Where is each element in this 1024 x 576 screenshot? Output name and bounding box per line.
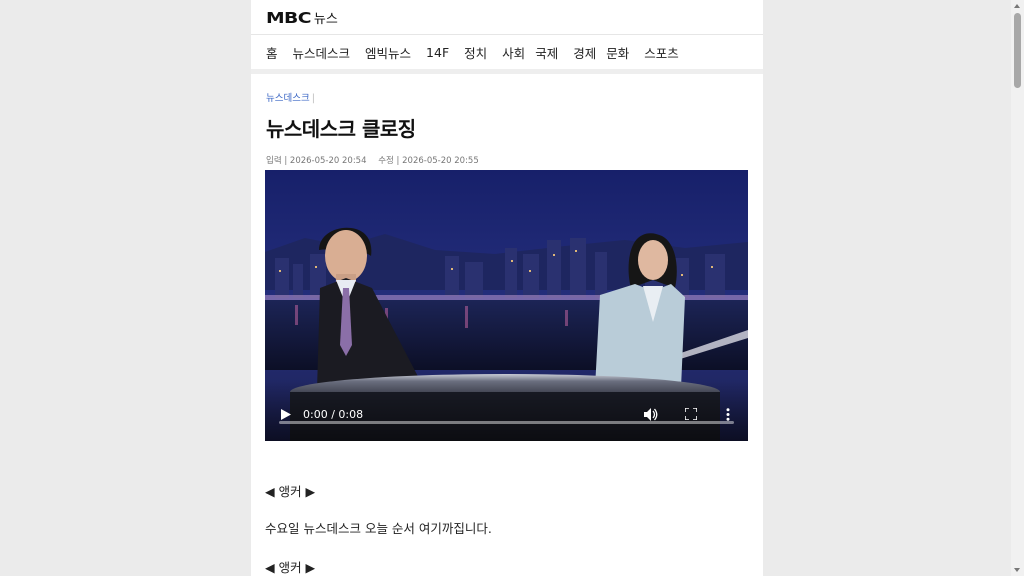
browser-scrollbar[interactable] <box>1011 0 1024 576</box>
more-vertical-icon[interactable] <box>726 408 730 421</box>
play-icon[interactable] <box>281 409 291 420</box>
anchor-label-2: ◀ 앵커 ▶ <box>265 560 316 575</box>
scrollbar-thumb[interactable] <box>1014 13 1021 88</box>
nav-divider <box>251 69 763 74</box>
video-player[interactable]: 0:00 / 0:08 <box>265 170 748 441</box>
logo-news-text: 뉴스 <box>313 12 338 27</box>
article-header: 뉴스데스크 | 뉴스데스크 클로징 입력 | 2026-05-20 20:54 수… <box>251 90 763 166</box>
anchor-label: ◀ 앵커 ▶ <box>265 484 316 499</box>
video-progress-bar[interactable] <box>279 421 734 424</box>
volume-icon[interactable] <box>644 408 658 421</box>
category-breadcrumb: 뉴스데스크 | <box>266 90 748 104</box>
category-link[interactable]: 뉴스데스크 <box>266 93 310 104</box>
mbc-news-logo[interactable]: MBC 뉴스 <box>266 8 338 28</box>
category-separator: | <box>311 93 315 104</box>
article-page: MBC 뉴스 홈 뉴스데스크 엠빅뉴스 14F 정치 사회 국제 경제 문화 스… <box>251 0 763 576</box>
nav-item-politics[interactable]: 정치 <box>464 43 487 62</box>
nav-item-society[interactable]: 사회 <box>502 43 525 62</box>
nav-item-sports[interactable]: 스포츠 <box>644 43 679 62</box>
logo-mbc-text: MBC <box>266 8 311 27</box>
top-bar: MBC 뉴스 <box>251 0 763 35</box>
nav-item-mbig-news[interactable]: 엠빅뉴스 <box>365 43 411 62</box>
nav-item-culture[interactable]: 문화 <box>606 43 629 62</box>
nav-item-newsdesk[interactable]: 뉴스데스크 <box>293 43 351 62</box>
video-controls: 0:00 / 0:08 <box>265 381 748 441</box>
fullscreen-icon[interactable] <box>685 408 697 420</box>
video-time: 0:00 / 0:08 <box>303 408 364 421</box>
scrollbar-up-arrow[interactable] <box>1014 4 1020 8</box>
article-paragraph: 수요일 뉴스데스크 오늘 순서 여기까집니다. <box>265 521 492 536</box>
article-title: 뉴스데스크 클로징 <box>266 117 416 141</box>
main-nav: 홈 뉴스데스크 엠빅뉴스 14F 정치 사회 국제 경제 문화 스포츠 <box>251 35 763 69</box>
edit-date: 수정 | 2026-05-20 20:55 <box>378 156 479 166</box>
nav-item-home[interactable]: 홈 <box>266 43 278 62</box>
article-dates: 입력 | 2026-05-20 20:54 수정 | 2026-05-20 20… <box>266 154 748 166</box>
scrollbar-down-arrow[interactable] <box>1014 568 1020 572</box>
nav-item-world[interactable]: 국제 <box>535 43 558 62</box>
nav-item-14f[interactable]: 14F <box>426 45 449 60</box>
input-date: 입력 | 2026-05-20 20:54 <box>266 156 367 166</box>
nav-item-economy[interactable]: 경제 <box>573 43 596 62</box>
